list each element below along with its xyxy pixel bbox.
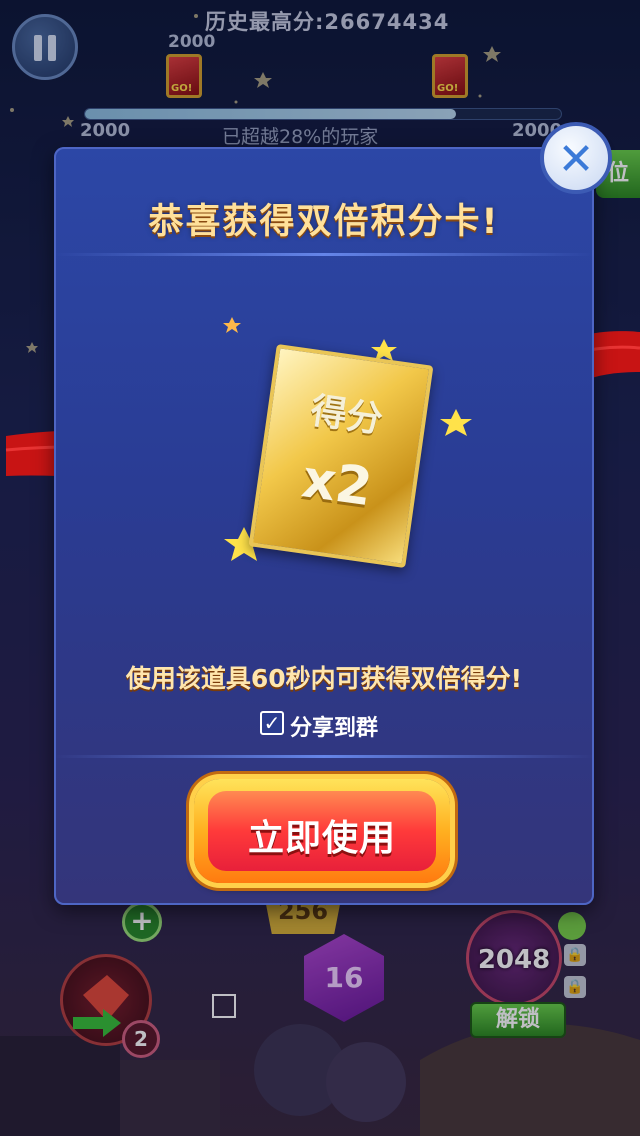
star-icon [223,317,241,333]
close-icon: ✕ [557,134,595,185]
star-icon [440,409,472,436]
footer-divider [54,755,594,758]
use-now-button[interactable]: 立即使用 [194,779,450,883]
share-checkbox[interactable]: ✓ [260,711,284,735]
share-to-group-option[interactable]: ✓ 分享到群 [260,711,378,741]
use-now-button-face: 立即使用 [208,791,436,871]
item-description: 使用该道具60秒内可获得双倍得分! [125,664,523,693]
dialog-title: 恭喜获得双倍积分卡! [148,202,500,242]
card-multiplier: x2 [298,449,376,519]
title-divider [54,253,594,256]
card-label: 得分 [308,390,386,442]
share-label: 分享到群 [290,716,379,741]
close-button[interactable]: ✕ [540,122,612,194]
use-now-label: 立即使用 [247,818,396,859]
double-score-card: 得分 x2 [248,343,434,569]
